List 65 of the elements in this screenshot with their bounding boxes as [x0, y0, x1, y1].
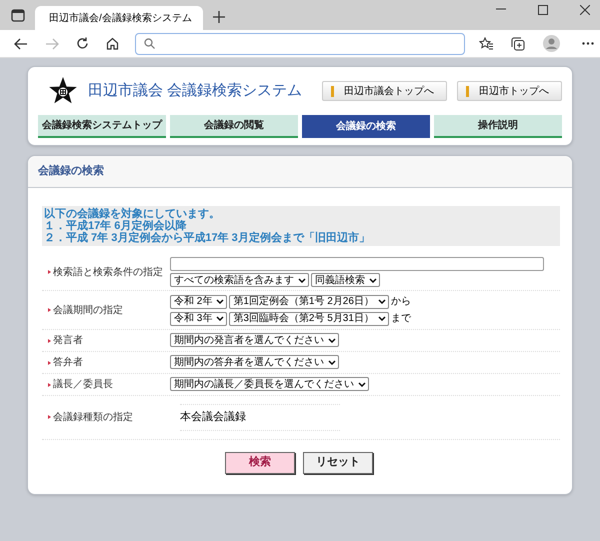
dropdown[interactable]: 第3回臨時会（第2号 5月31日） — [229, 312, 389, 326]
new-tab-icon[interactable] — [213, 11, 225, 23]
chevron-down-icon — [328, 338, 336, 342]
bullet-icon — [331, 86, 334, 96]
field-label: 検索語と検索条件の指定 — [53, 266, 163, 280]
dropdown[interactable]: 令和 3年 — [170, 312, 228, 326]
field-label: 議長／委員長 — [53, 378, 113, 392]
search-icon — [144, 38, 155, 49]
bullet-icon — [48, 415, 51, 420]
nav-tab[interactable]: 会議録の検索 — [302, 115, 430, 138]
nav-tab[interactable]: 会議録の閲覧 — [170, 115, 298, 138]
reload-icon[interactable] — [76, 37, 89, 50]
chevron-down-icon — [378, 299, 386, 304]
more-icon[interactable] — [582, 42, 594, 45]
collections-icon[interactable] — [511, 36, 525, 50]
bullet-icon — [48, 338, 51, 342]
chevron-down-icon — [378, 316, 386, 321]
dropdown[interactable]: 令和 2年 — [170, 294, 228, 308]
profile-icon[interactable] — [543, 35, 560, 52]
record-type-text: 本会議会議録 — [180, 404, 340, 430]
field-label: 発言者 — [53, 334, 83, 348]
dropdown[interactable]: 期間内の答弁者を選んでください — [170, 355, 339, 369]
dropdown[interactable]: すべての検索語を含みます — [170, 273, 309, 287]
dropdown[interactable]: 期間内の発言者を選んでください — [170, 333, 339, 347]
suffix-text: まで — [390, 312, 411, 326]
nav-tab[interactable]: 会議録検索システムトップ — [38, 115, 166, 138]
chevron-down-icon — [358, 382, 366, 386]
chevron-down-icon — [216, 299, 224, 304]
link-button[interactable]: 田辺市トップへ — [457, 81, 562, 101]
bullet-icon — [48, 308, 51, 312]
field-label: 答弁者 — [53, 356, 83, 370]
nav-tab[interactable]: 操作説明 — [434, 115, 562, 138]
dropdown[interactable]: 第1回定例会（第1号 2月26日） — [229, 294, 389, 308]
back-icon[interactable] — [14, 38, 28, 50]
field-label: 会議期間の指定 — [53, 304, 123, 318]
notice-line: １．平成17年 6月定例会以降 — [44, 220, 188, 232]
notice-line: ２．平成 7年 3月定例会から平成17年 3月定例会まで「旧田辺市」 — [44, 232, 371, 244]
browser-tab[interactable]: 田辺市議会/会議録検索システム — [35, 6, 203, 30]
home-icon[interactable] — [106, 37, 119, 50]
close-icon[interactable] — [580, 5, 590, 15]
bullet-icon — [466, 86, 469, 96]
bullet-icon — [48, 382, 51, 386]
chevron-down-icon — [328, 360, 336, 364]
chevron-down-icon — [298, 278, 306, 282]
suffix-text: から — [390, 295, 411, 309]
form-button[interactable]: リセット — [303, 452, 373, 474]
chevron-down-icon — [216, 316, 224, 321]
search-field[interactable] — [170, 257, 544, 271]
notice-line: 以下の会議録を対象にしています。 — [44, 208, 221, 220]
chevron-down-icon — [369, 278, 377, 282]
tab-actions-icon[interactable] — [11, 9, 25, 22]
bullet-icon — [48, 360, 51, 364]
dropdown[interactable]: 期間内の議長／委員長を選んでください — [170, 377, 369, 391]
field-label: 会議録種類の指定 — [53, 410, 133, 425]
dropdown[interactable]: 同義語検索 — [311, 273, 380, 287]
maximize-icon[interactable] — [538, 5, 548, 15]
bullet-icon — [48, 270, 51, 274]
form-button[interactable]: 検索 — [225, 452, 295, 474]
tab-title: 田辺市議会/会議録検索システム — [49, 12, 192, 26]
panel-title: 会議録の検索 — [38, 164, 104, 180]
link-button[interactable]: 田辺市議会トップへ — [322, 81, 447, 101]
minimize-icon[interactable] — [496, 8, 506, 10]
favorites-icon[interactable] — [479, 37, 493, 50]
site-title: 田辺市議会 会議録検索システム — [88, 80, 302, 101]
emblem-icon — [48, 76, 78, 106]
